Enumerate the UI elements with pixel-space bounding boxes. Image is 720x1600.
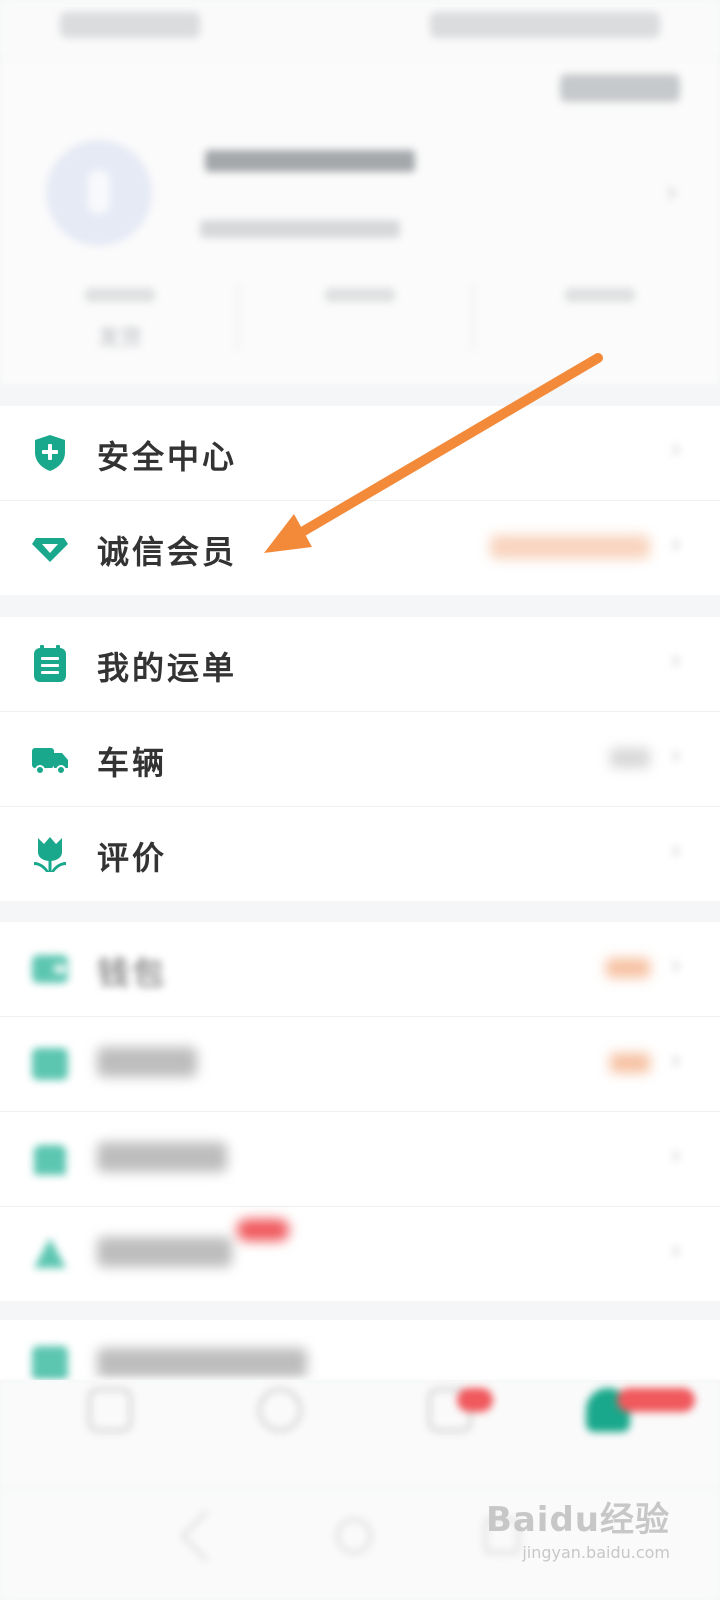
annotation-arrow	[264, 353, 603, 553]
